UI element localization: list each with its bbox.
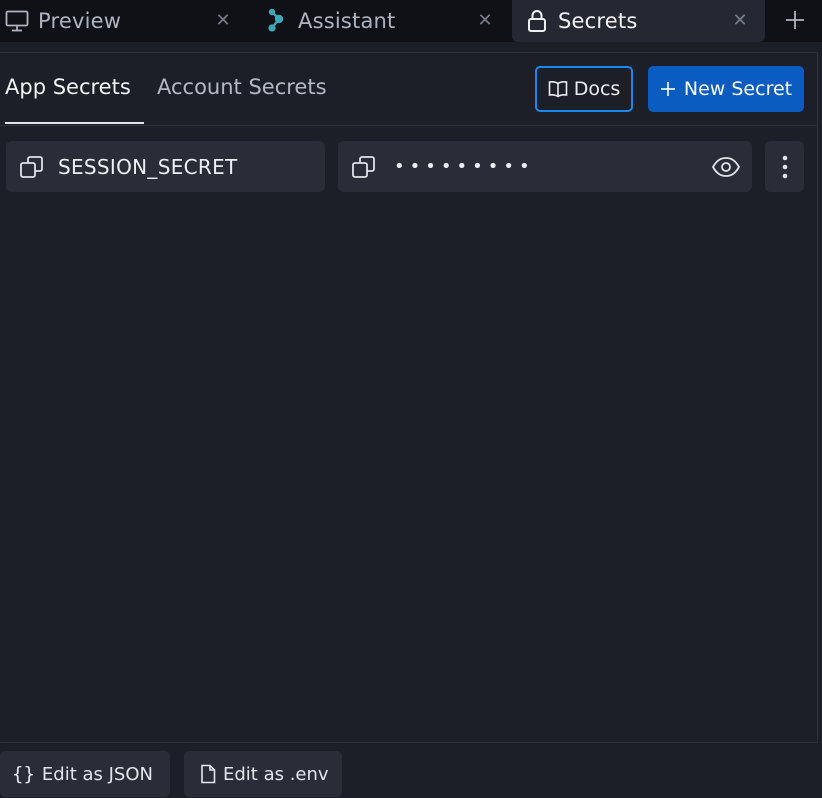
secret-value-field[interactable]: ••••••••• xyxy=(338,141,752,192)
close-icon[interactable]: ✕ xyxy=(212,9,234,31)
tab-preview-label: Preview xyxy=(38,9,122,33)
eye-icon[interactable] xyxy=(710,151,742,183)
secrets-subtabs: App Secrets Account Secrets Docs New Sec… xyxy=(0,53,818,126)
docs-button[interactable]: Docs xyxy=(535,66,633,112)
tab-bar: Preview ✕ Assistant ✕ Secrets ✕ xyxy=(0,0,822,42)
plus-icon xyxy=(660,82,675,96)
plus-icon xyxy=(786,11,804,29)
file-icon xyxy=(201,764,216,784)
new-secret-button[interactable]: New Secret xyxy=(648,66,804,112)
secrets-app: Preview ✕ Assistant ✕ Secrets ✕ App Secr… xyxy=(0,0,822,798)
close-icon[interactable]: ✕ xyxy=(474,9,496,31)
subtab-app-secrets[interactable]: App Secrets xyxy=(5,75,144,124)
copy-icon[interactable] xyxy=(18,153,46,181)
secret-key-field[interactable]: SESSION_SECRET xyxy=(6,141,325,192)
edit-as-env-button[interactable]: Edit as .env xyxy=(184,751,342,797)
tab-secrets-label: Secrets xyxy=(558,9,638,33)
edit-as-json-button[interactable]: {} Edit as JSON xyxy=(0,751,170,797)
tab-preview[interactable]: Preview ✕ xyxy=(0,0,248,42)
secrets-footer: {} Edit as JSON Edit as .env xyxy=(0,742,818,798)
tab-secrets[interactable]: Secrets ✕ xyxy=(512,0,765,42)
edit-as-env-label: Edit as .env xyxy=(223,763,329,785)
book-icon xyxy=(548,80,567,98)
close-icon[interactable]: ✕ xyxy=(729,9,751,31)
tab-assistant-label: Assistant xyxy=(298,9,396,33)
secret-value-masked: ••••••••• xyxy=(394,156,535,177)
add-tab-button[interactable] xyxy=(780,5,810,35)
kebab-menu-icon xyxy=(782,155,787,178)
lock-icon xyxy=(524,8,550,34)
monitor-icon xyxy=(4,8,30,34)
assistant-logo-icon xyxy=(264,8,290,34)
copy-icon[interactable] xyxy=(350,153,378,181)
subtab-account-secrets[interactable]: Account Secrets xyxy=(157,75,327,122)
docs-button-label: Docs xyxy=(573,78,621,100)
secret-key-text: SESSION_SECRET xyxy=(58,154,238,179)
braces-icon: {} xyxy=(12,763,35,785)
tab-assistant[interactable]: Assistant ✕ xyxy=(262,0,510,42)
secrets-panel: App Secrets Account Secrets Docs New Sec… xyxy=(0,52,818,798)
edit-as-json-label: Edit as JSON xyxy=(41,763,153,785)
new-secret-label: New Secret xyxy=(683,78,793,100)
more-options-button[interactable] xyxy=(765,141,804,192)
